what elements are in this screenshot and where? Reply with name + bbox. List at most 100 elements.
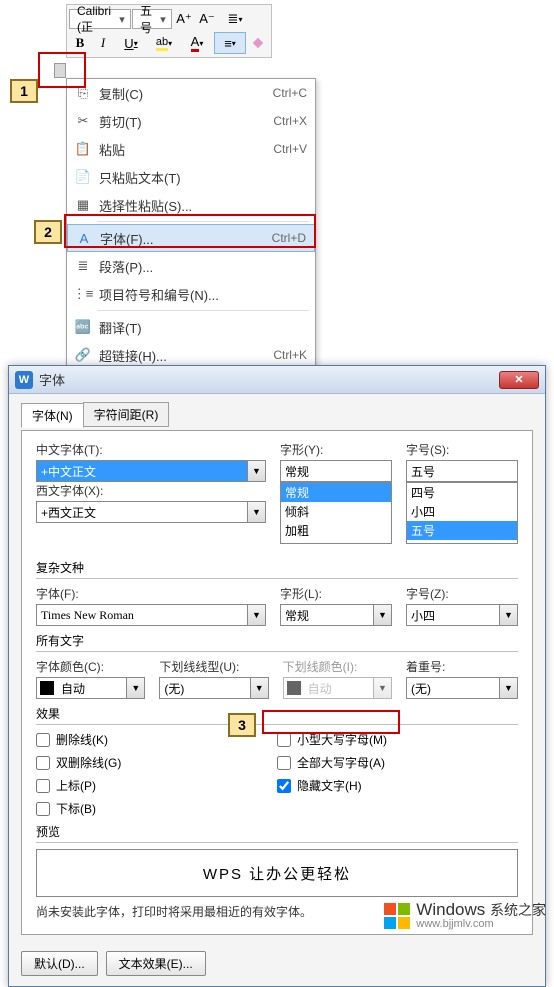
highlight-button[interactable]: ab▾ xyxy=(148,32,180,54)
color-label: 字体颜色(C): xyxy=(36,658,145,675)
emphasis-combo[interactable]: (无)▼ xyxy=(406,677,518,699)
underline-color-value: 自动 xyxy=(304,678,373,698)
font-name-combo[interactable]: Calibri (正▾ xyxy=(69,9,131,29)
chk-hidden[interactable]: 隐藏文字(H) xyxy=(277,777,518,794)
chevron-down-icon: ▾ xyxy=(117,13,127,26)
increase-font-button[interactable]: A⁺ xyxy=(173,8,195,30)
list-icon: ⋮≡ xyxy=(73,286,93,302)
format-painter-button[interactable] xyxy=(247,32,269,54)
chevron-down-icon: ▼ xyxy=(247,502,265,522)
menu-label: 字体(F)... xyxy=(94,229,272,248)
complex-size-value: 小四 xyxy=(407,605,499,625)
tab-font[interactable]: 字体(N) xyxy=(21,403,84,428)
tab-spacing[interactable]: 字符间距(R) xyxy=(83,402,170,427)
menu-label: 选择性粘贴(S)... xyxy=(93,196,307,215)
west-font-combo[interactable]: +西文正文▼ xyxy=(36,501,266,523)
step-marker-2: 2 xyxy=(34,220,62,244)
menu-shortcut: Ctrl+D xyxy=(272,231,306,245)
menu-paste-text[interactable]: 📄只粘贴文本(T) xyxy=(67,163,315,191)
menu-label: 复制(C) xyxy=(93,84,273,103)
menu-font[interactable]: A字体(F)...Ctrl+D xyxy=(67,224,315,252)
windows-logo-icon xyxy=(384,903,410,929)
size-value: 五号 xyxy=(407,461,517,481)
paragraph-icon: ≣ xyxy=(73,258,93,274)
underline-color-combo: 自动▼ xyxy=(283,677,392,699)
chk-label: 下标(B) xyxy=(56,800,96,817)
size-input[interactable]: 五号 xyxy=(406,460,518,482)
decrease-font-button[interactable]: A⁻ xyxy=(196,8,218,30)
chevron-down-icon: ▼ xyxy=(499,605,517,625)
preview-title: 预览 xyxy=(36,823,518,840)
italic-button[interactable]: I xyxy=(92,32,114,54)
list-item[interactable]: 五号 xyxy=(407,521,517,540)
effects-title: 效果 xyxy=(36,705,518,722)
color-combo[interactable]: 自动▼ xyxy=(36,677,145,699)
west-font-label: 西文字体(X): xyxy=(36,482,266,499)
clipboard-text-icon: 📄 xyxy=(73,169,93,185)
complex-size-label: 字号(Z): xyxy=(406,585,518,602)
underline-style-label: 下划线线型(U): xyxy=(159,658,268,675)
chevron-down-icon: ▼ xyxy=(499,678,517,698)
chk-dstrike[interactable]: 双删除线(G) xyxy=(36,754,277,771)
color-value: 自动 xyxy=(57,678,126,698)
menu-separator xyxy=(97,310,309,311)
menu-bullets[interactable]: ⋮≡项目符号和编号(N)... xyxy=(67,280,315,308)
menu-shortcut: Ctrl+X xyxy=(273,114,307,128)
step-marker-1: 1 xyxy=(10,79,38,103)
cn-font-value: +中文正文 xyxy=(37,461,247,481)
underline-button[interactable]: U▾ xyxy=(115,32,147,54)
menu-shortcut: Ctrl+V xyxy=(273,142,307,156)
menu-copy[interactable]: ⎘复制(C)Ctrl+C xyxy=(67,79,315,107)
chevron-down-icon: ▾ xyxy=(158,13,168,26)
complex-font-combo[interactable]: Times New Roman▼ xyxy=(36,604,266,626)
complex-style-value: 常规 xyxy=(281,605,373,625)
default-button[interactable]: 默认(D)... xyxy=(21,951,98,976)
menu-label: 只粘贴文本(T) xyxy=(93,168,307,187)
step-marker-3: 3 xyxy=(228,713,256,737)
link-icon: 🔗 xyxy=(73,347,93,363)
menu-paragraph[interactable]: ≣段落(P)... xyxy=(67,252,315,280)
underline-style-value: (无) xyxy=(160,678,249,698)
dialog-titlebar: W 字体 ✕ xyxy=(9,366,545,394)
menu-paste[interactable]: 📋粘贴Ctrl+V xyxy=(67,135,315,163)
underline-style-combo[interactable]: (无)▼ xyxy=(159,677,268,699)
clipboard-icon: 📋 xyxy=(73,141,93,157)
menu-label: 翻译(T) xyxy=(93,318,307,337)
complex-size-combo[interactable]: 小四▼ xyxy=(406,604,518,626)
text-effects-button[interactable]: 文本效果(E)... xyxy=(106,951,206,976)
style-value: 常规 xyxy=(281,461,391,481)
menu-cut[interactable]: ✂剪切(T)Ctrl+X xyxy=(67,107,315,135)
complex-style-combo[interactable]: 常规▼ xyxy=(280,604,392,626)
chevron-down-icon: ▼ xyxy=(247,461,265,481)
font-dialog: W 字体 ✕ 字体(N) 字符间距(R) 中文字体(T): +中文正文▼ 字形(… xyxy=(8,365,546,987)
preview-box: WPS 让办公更轻松 xyxy=(36,849,518,897)
chk-label: 上标(P) xyxy=(56,777,96,794)
align-button[interactable]: ≡▾ xyxy=(214,32,246,54)
font-size-value: 五号 xyxy=(136,2,158,36)
paste-special-icon: ▦ xyxy=(73,197,93,213)
preview-text: WPS 让办公更轻松 xyxy=(203,863,351,884)
menu-paste-special[interactable]: ▦选择性粘贴(S)... xyxy=(67,191,315,219)
chk-sub[interactable]: 下标(B) xyxy=(36,800,277,817)
close-button[interactable]: ✕ xyxy=(499,371,539,389)
menu-label: 剪切(T) xyxy=(93,112,273,131)
chk-smallcaps[interactable]: 小型大写字母(M) xyxy=(277,731,518,748)
font-color-button[interactable]: A▾ xyxy=(181,32,213,54)
line-spacing-button[interactable]: ≣▾ xyxy=(219,8,251,30)
menu-translate[interactable]: 🔤翻译(T) xyxy=(67,313,315,341)
style-input[interactable]: 常规 xyxy=(280,460,392,482)
menu-shortcut: Ctrl+C xyxy=(273,86,307,100)
chevron-down-icon: ▼ xyxy=(250,678,268,698)
translate-icon: 🔤 xyxy=(73,319,93,335)
bold-button[interactable]: B xyxy=(69,32,91,54)
chk-super[interactable]: 上标(P) xyxy=(36,777,277,794)
list-item[interactable]: 加粗 xyxy=(281,521,391,540)
font-size-combo[interactable]: 五号▾ xyxy=(132,9,172,29)
underline-color-label: 下划线颜色(I): xyxy=(283,658,392,675)
chk-allcaps[interactable]: 全部大写字母(A) xyxy=(277,754,518,771)
cn-font-combo[interactable]: +中文正文▼ xyxy=(36,460,266,482)
west-font-value: +西文正文 xyxy=(37,502,247,522)
size-label: 字号(S): xyxy=(406,441,518,458)
context-menu: ⎘复制(C)Ctrl+C ✂剪切(T)Ctrl+X 📋粘贴Ctrl+V 📄只粘贴… xyxy=(66,78,316,370)
chk-label: 隐藏文字(H) xyxy=(297,777,362,794)
